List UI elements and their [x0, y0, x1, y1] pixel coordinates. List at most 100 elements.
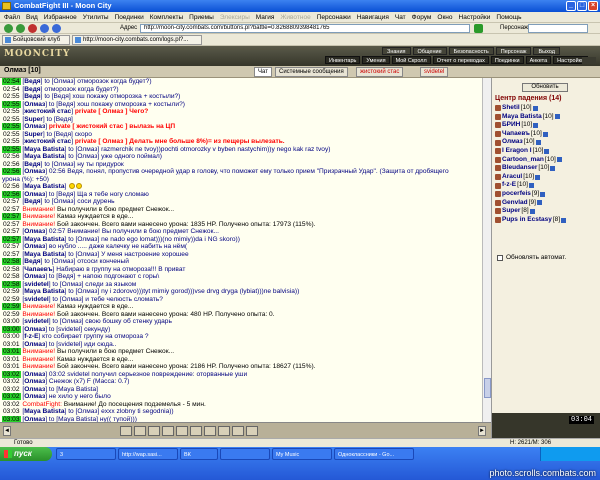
- menu-item[interactable]: Избранное: [44, 12, 77, 22]
- player-item[interactable]: Pups in Ecstasy [8]: [495, 216, 599, 225]
- menu-item[interactable]: Форум: [412, 12, 432, 22]
- chat-author[interactable]: Олмаз: [24, 386, 45, 393]
- chat-author[interactable]: Super: [24, 116, 43, 123]
- player-info-icon[interactable]: [550, 165, 556, 171]
- chat-author[interactable]: svidetel: [24, 318, 49, 325]
- chat-tool-button[interactable]: [190, 426, 202, 436]
- top-nav-item[interactable]: Выход: [533, 47, 560, 55]
- player-name[interactable]: f-z-E: [502, 181, 516, 190]
- chat-tool-button[interactable]: [134, 426, 146, 436]
- chat-author[interactable]: Maya Batista: [24, 146, 64, 153]
- chat-author[interactable]: Олмаз: [24, 326, 45, 333]
- maximize-button[interactable]: □: [577, 1, 587, 11]
- chat-author[interactable]: Олмаз: [24, 168, 45, 175]
- menu-item[interactable]: Окно: [437, 12, 452, 22]
- player-info-icon[interactable]: [554, 114, 560, 120]
- player-name[interactable]: Super: [502, 207, 520, 216]
- chat-author[interactable]: Super: [24, 131, 43, 138]
- menu-item[interactable]: Настройки: [459, 12, 491, 22]
- player-info-icon[interactable]: [540, 191, 546, 197]
- chat-author[interactable]: f-z-E: [24, 333, 38, 340]
- player-info-icon[interactable]: [561, 217, 567, 223]
- tab-combats[interactable]: Бойцовский клуб: [2, 35, 70, 45]
- player-name[interactable]: Aracul: [502, 173, 522, 182]
- player-name[interactable]: Олмаз: [502, 138, 523, 147]
- player-info-icon[interactable]: [536, 200, 542, 206]
- player-item[interactable]: I Eragon I [10]: [495, 147, 599, 156]
- chat-author[interactable]: Олмаз: [24, 273, 45, 280]
- menu-item[interactable]: Поединки: [115, 12, 144, 22]
- player-info-icon[interactable]: [542, 131, 548, 137]
- chat-author[interactable]: Олмаз: [24, 378, 45, 385]
- chat-author[interactable]: Олмаз: [24, 191, 45, 198]
- home-icon[interactable]: [52, 24, 61, 33]
- player-info-icon[interactable]: [532, 105, 538, 111]
- chat-author[interactable]: Ведя: [24, 93, 40, 100]
- chat-tool-button[interactable]: [176, 426, 188, 436]
- player-name[interactable]: Cartoon_man: [502, 156, 544, 165]
- chat-tool-button[interactable]: [120, 426, 132, 436]
- chat-author[interactable]: Чапаевъ: [24, 266, 52, 273]
- chat-author[interactable]: Maya Batista: [24, 408, 64, 415]
- chat-scrollbar[interactable]: [482, 78, 491, 422]
- menu-item[interactable]: Утилиты: [83, 12, 109, 22]
- chat-author[interactable]: Ведя: [24, 198, 40, 205]
- player-info-icon[interactable]: [535, 174, 541, 180]
- player-item[interactable]: БРИН [10]: [495, 121, 599, 130]
- forward-icon[interactable]: [16, 24, 25, 33]
- player-name[interactable]: Shetil: [502, 104, 520, 113]
- chat-author[interactable]: Олмаз: [24, 123, 45, 130]
- chat-author[interactable]: Олмаз: [24, 341, 45, 348]
- scroll-thumb[interactable]: [484, 378, 491, 398]
- menu-item[interactable]: Магия: [256, 12, 275, 22]
- player-item[interactable]: Bleudanser [10]: [495, 164, 599, 173]
- menu-item[interactable]: Навигация: [357, 12, 389, 22]
- menu-item[interactable]: Файл: [4, 12, 20, 22]
- player-name[interactable]: Чапаевъ: [502, 130, 530, 139]
- task-button[interactable]: 3: [56, 448, 116, 460]
- chat-tool-button[interactable]: [148, 426, 160, 436]
- task-button[interactable]: My Music: [272, 448, 332, 460]
- chat-tool-button[interactable]: [162, 426, 174, 436]
- player-name[interactable]: I Eragon I: [502, 147, 532, 156]
- player-item[interactable]: Олмаз [10]: [495, 138, 599, 147]
- chat-tool-button[interactable]: [218, 426, 230, 436]
- go-icon[interactable]: [474, 24, 483, 33]
- player-name[interactable]: Pups in Ecstasy: [502, 216, 552, 225]
- player-name[interactable]: Genvlad: [502, 199, 528, 208]
- menu-item[interactable]: Персонажи: [317, 12, 351, 22]
- tab-private-svidetel[interactable]: svidetel: [420, 67, 449, 77]
- player-item[interactable]: Cartoon_man [10]: [495, 156, 599, 165]
- stop-icon[interactable]: [28, 24, 37, 33]
- player-item[interactable]: Чапаевъ [10]: [495, 130, 599, 139]
- player-item[interactable]: Super [8]: [495, 207, 599, 216]
- player-info-icon[interactable]: [528, 183, 534, 189]
- player-item[interactable]: pocerfeis [9]: [495, 190, 599, 199]
- player-name[interactable]: Bleudanser: [502, 164, 537, 173]
- menu-item[interactable]: Помощь: [496, 12, 521, 22]
- chat-log[interactable]: 02:54 [Ведя] to [Олмаз] отморозок когда …: [0, 78, 482, 438]
- tab-system-messages[interactable]: Системные сообщения: [275, 67, 348, 77]
- player-name[interactable]: pocerfeis: [502, 190, 531, 199]
- chat-author[interactable]: Олмаз: [24, 393, 45, 400]
- sub-nav-item[interactable]: Инвентарь: [325, 56, 361, 64]
- top-nav-item[interactable]: Персонаж: [495, 47, 532, 55]
- task-button[interactable]: ВК: [180, 448, 218, 460]
- player-item[interactable]: f-z-E [10]: [495, 181, 599, 190]
- player-info-icon[interactable]: [535, 140, 541, 146]
- chat-author[interactable]: svidetel: [24, 281, 49, 288]
- player-item[interactable]: Maya Batista [10]: [495, 113, 599, 122]
- top-nav-item[interactable]: Знания: [382, 47, 411, 55]
- player-name[interactable]: Maya Batista: [502, 113, 542, 122]
- tab-private-stas[interactable]: жистокий стас: [356, 67, 404, 77]
- player-name[interactable]: БРИН: [502, 121, 520, 130]
- refresh-icon[interactable]: [40, 24, 49, 33]
- chat-author[interactable]: Maya Batista: [24, 251, 64, 258]
- sub-nav-item[interactable]: Умения: [362, 56, 390, 64]
- player-item[interactable]: Aracul [10]: [495, 173, 599, 182]
- player-info-icon[interactable]: [556, 157, 562, 163]
- sub-nav-item[interactable]: Поединки: [490, 56, 524, 64]
- chat-author[interactable]: Maya Batista: [24, 288, 64, 295]
- tab-chat[interactable]: Чат: [254, 67, 272, 77]
- auto-refresh-checkbox[interactable]: [497, 254, 503, 261]
